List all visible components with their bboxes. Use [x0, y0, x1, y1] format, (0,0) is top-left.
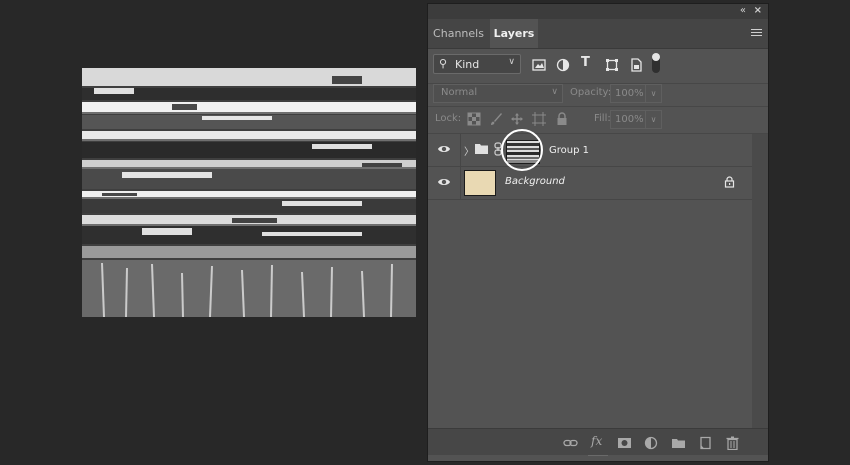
blend-row: Normal ∨ Opacity: 100% ∨ [428, 84, 768, 106]
visibility-toggle[interactable] [428, 167, 461, 199]
lock-label: Lock: [435, 113, 462, 124]
panel-title-bar: « × [428, 4, 768, 19]
smart-object-filter-icon[interactable] [629, 57, 643, 72]
layers-list: 〉 Group 1 Background [428, 129, 768, 428]
artboard-icon[interactable] [532, 111, 546, 126]
kind-filter-select[interactable]: ⚲ Kind ∨ [433, 54, 521, 74]
close-icon[interactable]: × [754, 5, 762, 17]
tab-channels[interactable]: Channels [428, 19, 489, 48]
pixel-filter-icon[interactable] [532, 57, 546, 71]
lock-row: Lock: Fill: 100% ∨ [428, 108, 768, 132]
layer-name[interactable]: Background [505, 176, 565, 187]
layers-panel: « × Channels Layers ⚲ Kind ∨ T Normal ∨ … [428, 4, 768, 461]
filter-row: ⚲ Kind ∨ T [428, 49, 768, 83]
fill-field[interactable]: 100% [610, 110, 646, 129]
blend-mode-label: Normal [441, 87, 478, 98]
search-icon: ⚲ [439, 57, 448, 70]
opacity-field[interactable]: 100% [610, 84, 646, 103]
layer-name[interactable]: Group 1 [549, 145, 589, 156]
visibility-toggle[interactable] [428, 134, 461, 166]
new-layer-icon[interactable] [698, 435, 713, 450]
shape-filter-icon[interactable] [605, 57, 619, 71]
lock-transparency-icon[interactable] [467, 111, 481, 126]
kind-label: Kind [455, 58, 480, 71]
divider [428, 106, 768, 107]
fx-icon[interactable]: fx [591, 434, 606, 448]
layer-thumbnail[interactable] [464, 170, 496, 196]
folder-icon [475, 144, 488, 154]
scrollbar[interactable] [752, 134, 768, 428]
eye-icon [438, 146, 450, 152]
add-mask-icon[interactable] [617, 435, 632, 449]
layer-row-group[interactable]: 〉 Group 1 [428, 129, 752, 171]
link-layers-icon[interactable] [563, 435, 578, 449]
panel-footer: fx [428, 428, 768, 455]
canvas-image [82, 68, 416, 317]
move-icon[interactable] [510, 111, 524, 125]
opacity-label: Opacity: [570, 87, 612, 98]
tab-layers[interactable]: Layers [490, 19, 538, 48]
fill-label: Fill: [594, 113, 611, 124]
eye-icon [438, 179, 450, 185]
collapse-icon[interactable]: « [740, 5, 746, 17]
brush-icon[interactable] [489, 111, 503, 125]
adjustment-filter-icon[interactable] [556, 57, 570, 72]
layer-row-background[interactable]: Background [428, 167, 752, 200]
new-group-icon[interactable] [671, 435, 686, 449]
highlight-circle [501, 129, 543, 171]
fill-dropdown[interactable]: ∨ [646, 110, 662, 129]
blend-mode-select[interactable]: Normal ∨ [433, 84, 563, 103]
lock-icon[interactable] [555, 111, 569, 125]
adjustment-layer-icon[interactable] [644, 435, 659, 450]
chevron-down-icon: ∨ [508, 57, 515, 67]
chevron-right-icon[interactable]: 〉 [464, 143, 474, 158]
type-filter-icon[interactable]: T [581, 55, 595, 70]
toggle-knob [652, 53, 660, 61]
resize-grip[interactable] [588, 455, 608, 462]
opacity-dropdown[interactable]: ∨ [646, 84, 662, 103]
filter-toggle[interactable] [652, 53, 660, 73]
delete-icon[interactable] [725, 435, 740, 451]
panel-tabs: Channels Layers [428, 19, 768, 49]
lock-icon [724, 176, 735, 188]
panel-menu-icon[interactable] [751, 27, 762, 37]
chevron-down-icon: ∨ [551, 87, 558, 97]
